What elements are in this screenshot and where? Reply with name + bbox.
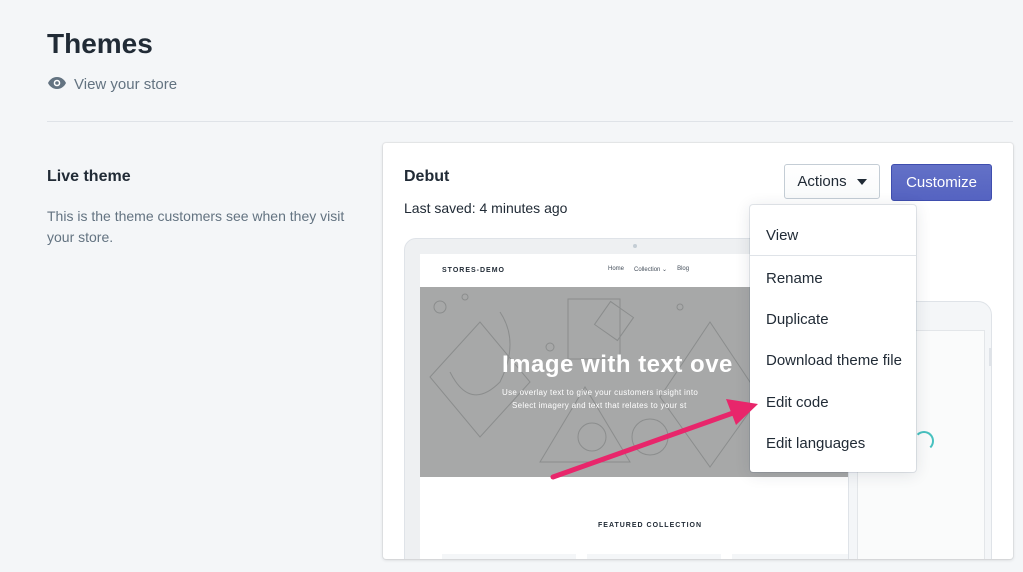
actions-label: Actions: [797, 173, 847, 190]
camera-dot: [633, 244, 637, 248]
customize-button[interactable]: Customize: [891, 164, 992, 201]
hero-title: Image with text ove: [502, 351, 733, 378]
theme-name: Debut: [404, 168, 450, 185]
page-title: Themes: [47, 28, 153, 59]
product-card: [732, 554, 848, 559]
store-nav-item: Collection ⌄: [634, 267, 668, 273]
menu-item-view[interactable]: View: [750, 227, 916, 244]
product-card: [587, 554, 721, 559]
header-divider: [47, 121, 1013, 122]
featured-collection-heading: FEATURED COLLECTION: [598, 522, 703, 529]
phone-side-button: [989, 348, 992, 366]
store-nav-item: Home: [608, 266, 625, 272]
store-nav: Home Collection ⌄ Blog: [608, 266, 689, 273]
live-theme-description: This is the theme customers see when the…: [47, 208, 345, 245]
menu-separator: [750, 255, 916, 256]
live-theme-title: Live theme: [47, 168, 131, 185]
actions-button[interactable]: Actions: [784, 164, 880, 199]
view-store-link[interactable]: View your store: [48, 76, 177, 93]
loading-spinner-icon: [914, 431, 934, 451]
menu-item-edit-code[interactable]: Edit code: [750, 394, 916, 411]
store-name: STORES-DEMO: [442, 267, 505, 274]
actions-menu: View Rename Duplicate Download theme fil…: [750, 205, 916, 472]
caret-down-icon: [856, 178, 867, 185]
annotation-arrow-icon: [550, 399, 758, 480]
theme-card: Debut Last saved: 4 minutes ago Actions …: [383, 143, 1013, 559]
menu-item-duplicate[interactable]: Duplicate: [750, 311, 916, 328]
product-card: [442, 554, 576, 559]
menu-item-edit-languages[interactable]: Edit languages: [750, 435, 916, 452]
view-store-label: View your store: [74, 76, 178, 93]
menu-item-rename[interactable]: Rename: [750, 270, 916, 287]
store-nav-item: Blog: [677, 266, 690, 272]
eye-icon: [48, 76, 66, 93]
last-saved: Last saved: 4 minutes ago: [404, 200, 568, 216]
menu-item-download-theme-file[interactable]: Download theme file: [750, 352, 916, 369]
